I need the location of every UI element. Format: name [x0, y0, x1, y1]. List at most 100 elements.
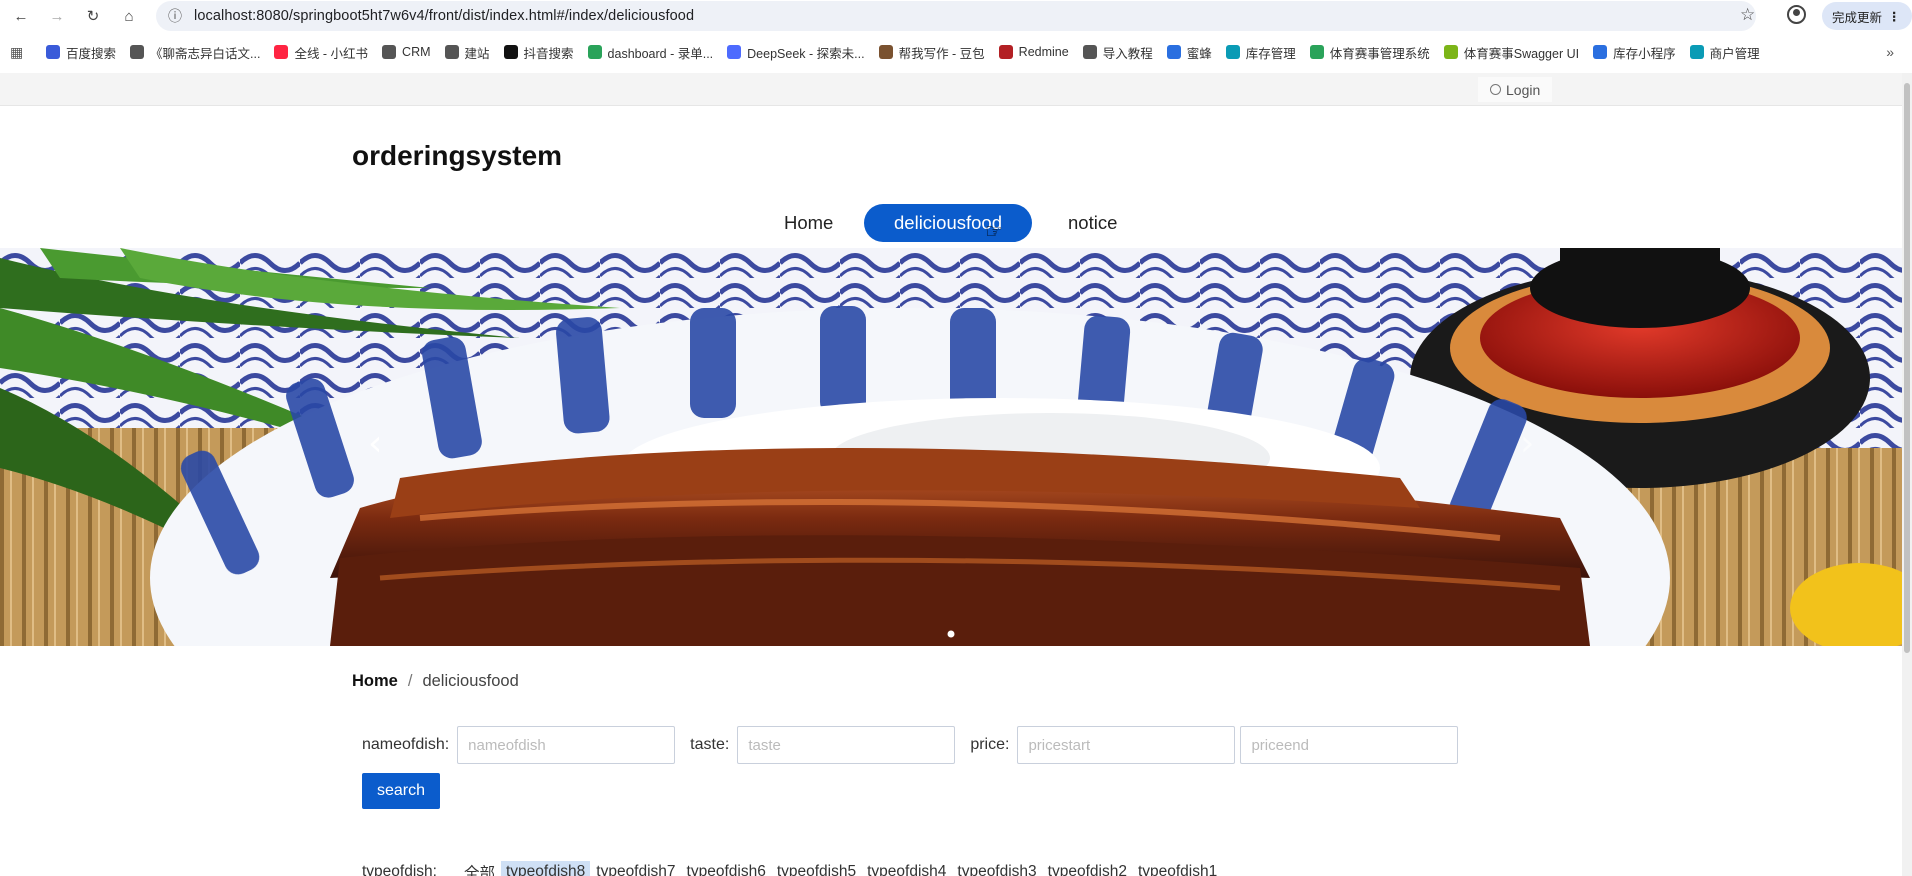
search-button[interactable]: search — [362, 773, 440, 809]
bookmark-item[interactable]: 体育赛事管理系统 — [1309, 43, 1430, 62]
reload-icon[interactable]: ↻ — [80, 3, 106, 29]
typeofdish-option[interactable]: typeofdish8 — [500, 861, 591, 876]
bookmark-item[interactable]: 库存管理 — [1225, 43, 1296, 62]
bookmark-item[interactable]: 百度搜索 — [46, 43, 116, 62]
scrollbar-thumb[interactable] — [1904, 83, 1910, 653]
bookmark-item[interactable]: 抖音搜索 — [503, 43, 574, 62]
bookmark-label: CRM — [402, 45, 431, 59]
more-bookmarks-icon[interactable]: » — [1886, 44, 1894, 60]
bookmark-item[interactable]: 蜜蜂 — [1166, 43, 1212, 62]
breadcrumb-home[interactable]: Home — [352, 672, 398, 690]
site-title: orderingsystem — [352, 140, 563, 171]
hand-cursor-icon: ☞ — [985, 221, 1003, 243]
bookmark-label: 库存管理 — [1245, 46, 1296, 61]
bookmark-item[interactable]: 《聊斋志异白话文... — [130, 43, 260, 62]
bookmark-item[interactable]: 体育赛事Swagger UI — [1443, 43, 1579, 62]
update-button[interactable]: 完成更新 ⋮ — [1822, 2, 1912, 30]
typeofdish-option[interactable]: typeofdish1 — [1133, 861, 1222, 876]
bookmark-label: 库存小程序 — [1613, 46, 1676, 61]
login-icon — [1490, 84, 1501, 95]
page-scrollbar[interactable] — [1902, 73, 1912, 876]
breadcrumb-separator: / — [407, 672, 413, 690]
bookmark-favicon-icon — [1443, 45, 1458, 59]
bookmark-item[interactable]: 导入教程 — [1082, 43, 1153, 62]
carousel-prev-icon[interactable]: ‹ — [368, 423, 382, 464]
bookmark-favicon-icon — [727, 45, 742, 59]
bookmark-favicon-icon — [382, 45, 397, 59]
back-icon[interactable]: ← — [8, 3, 34, 29]
bookmark-label: 建站 — [464, 46, 490, 61]
bookmark-item[interactable]: CRM — [382, 45, 431, 59]
breadcrumb: Home / deliciousfood — [352, 672, 519, 691]
typeofdish-option[interactable]: 全部 — [459, 859, 500, 876]
typeofdish-filter: typeofdish: 全部 typeofdish8 typeofdish7 type… — [362, 858, 1223, 876]
bookmark-favicon-icon — [46, 45, 60, 59]
bookmark-item[interactable]: Redmine — [998, 45, 1069, 59]
bookmark-label: 体育赛事管理系统 — [1329, 46, 1430, 61]
top-strip: Login — [0, 73, 1912, 106]
typeofdish-option[interactable]: typeofdish2 — [1043, 861, 1132, 876]
bookmark-item[interactable]: 库存小程序 — [1593, 43, 1676, 62]
bookmark-favicon-icon — [503, 45, 518, 59]
site-info-icon[interactable]: ⓘ — [168, 6, 182, 26]
bookmark-favicon-icon — [444, 45, 459, 59]
banner-carousel[interactable]: ‹ › — [0, 248, 1902, 646]
apps-grid-icon[interactable]: ▦ — [10, 44, 30, 61]
browser-toolbar: ← → ↻ ⌂ ⓘ localhost:8080/springboot5ht7w… — [0, 0, 1912, 32]
forward-icon[interactable]: → — [44, 3, 70, 29]
profile-icon[interactable] — [1787, 5, 1806, 24]
bookmark-item[interactable]: 全线 - 小红书 — [274, 43, 368, 62]
bookmark-favicon-icon — [1225, 45, 1240, 59]
taste-label: taste: — [690, 736, 730, 753]
bookmark-favicon-icon — [130, 45, 145, 59]
bookmark-label: 《聊斋志异白话文... — [150, 46, 261, 61]
typeofdish-option[interactable]: typeofdish6 — [682, 861, 771, 876]
bookmark-item[interactable]: dashboard - 录单... — [587, 43, 714, 62]
price-end-input[interactable] — [1240, 726, 1459, 764]
bookmark-favicon-icon — [878, 45, 893, 59]
nameofdish-input[interactable] — [457, 726, 676, 764]
bookmark-label: Redmine — [1018, 45, 1069, 59]
bookmark-item[interactable]: 帮我写作 - 豆包 — [878, 43, 985, 62]
bookmark-label: 蜜蜂 — [1186, 46, 1212, 61]
nav-notice[interactable]: notice — [1038, 204, 1147, 242]
address-bar[interactable]: ⓘ localhost:8080/springboot5ht7w6v4/fron… — [156, 1, 1756, 31]
typeofdish-option[interactable]: typeofdish5 — [772, 861, 861, 876]
nav-deliciousfood[interactable]: deliciousfood — [864, 204, 1032, 242]
bookmark-label: 导入教程 — [1102, 46, 1153, 61]
url-text: localhost:8080/springboot5ht7w6v4/front/… — [194, 8, 695, 24]
page: Login orderingsystem Home deliciousfood … — [0, 73, 1912, 876]
bookmark-item[interactable]: 商户管理 — [1689, 43, 1760, 62]
update-label: 完成更新 — [1832, 10, 1883, 25]
bookmark-favicon-icon — [274, 45, 289, 59]
bookmark-favicon-icon — [998, 45, 1013, 59]
bookmark-star-icon[interactable]: ☆ — [1740, 5, 1755, 25]
price-start-input[interactable] — [1017, 726, 1236, 764]
menu-dots-icon: ⋮ — [1888, 9, 1901, 24]
main-nav: Home deliciousfood notice — [0, 204, 1912, 244]
bookmark-label: 全线 - 小红书 — [294, 46, 369, 61]
typeofdish-option[interactable]: typeofdish4 — [862, 861, 951, 876]
bookmarks-bar: ▦ 百度搜索 《聊斋志异白话文... 全线 - 小红书 CRM 建站 抖音搜索 dashbo… — [0, 36, 1912, 68]
bookmark-label: 百度搜索 — [66, 46, 117, 61]
carousel-dot[interactable] — [947, 630, 955, 638]
bookmark-favicon-icon — [1309, 45, 1324, 59]
taste-input[interactable] — [737, 726, 956, 764]
bookmark-favicon-icon — [1689, 45, 1704, 59]
typeofdish-option[interactable]: typeofdish3 — [952, 861, 1041, 876]
carousel-next-icon[interactable]: › — [1520, 423, 1534, 464]
bookmark-label: dashboard - 录单... — [607, 46, 714, 61]
breadcrumb-current: deliciousfood — [422, 672, 519, 690]
bookmark-item[interactable]: 建站 — [444, 43, 490, 62]
bookmark-item[interactable]: DeepSeek - 探索未... — [727, 43, 865, 62]
nav-home[interactable]: Home — [754, 204, 863, 242]
login-link[interactable]: Login — [1478, 77, 1553, 102]
bookmark-favicon-icon — [1166, 45, 1181, 59]
bookmark-favicon-icon — [1082, 45, 1097, 59]
price-label: price: — [970, 736, 1010, 753]
home-icon[interactable]: ⌂ — [116, 3, 142, 29]
bookmark-label: DeepSeek - 探索未... — [747, 46, 865, 61]
login-label: Login — [1506, 81, 1541, 98]
nameofdish-label: nameofdish: — [362, 736, 450, 753]
typeofdish-option[interactable]: typeofdish7 — [591, 861, 680, 876]
